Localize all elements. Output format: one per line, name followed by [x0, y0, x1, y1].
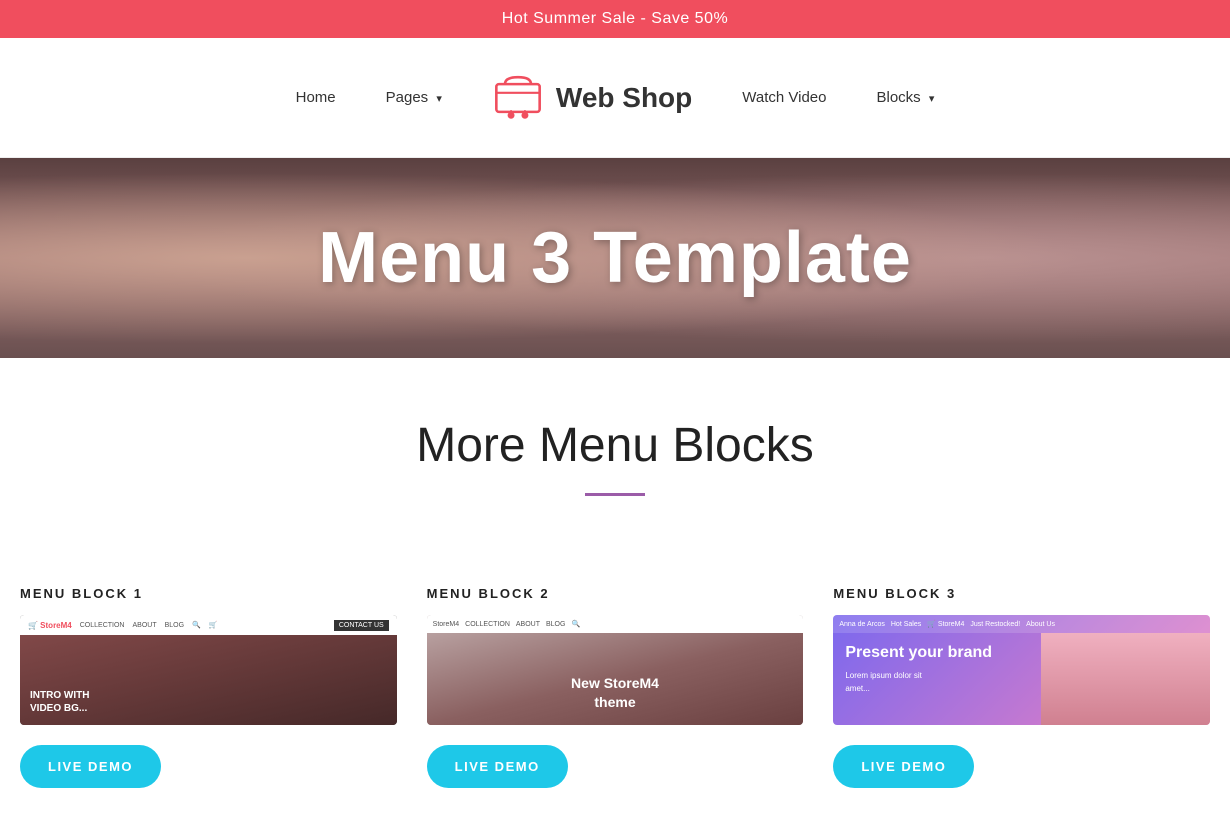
card-3-side-image: [1041, 633, 1211, 725]
card-2-nav-logo: StoreM4: [433, 621, 459, 628]
card-2: MENU BLOCK 2 StoreM4 COLLECTION ABOUT BL…: [427, 586, 804, 788]
card-3-nav-logo: 🛒 StoreM4: [927, 620, 964, 628]
card-3-nav-about: About Us: [1026, 621, 1055, 628]
card-2-nav-search: 🔍: [571, 620, 580, 628]
section-divider: [585, 493, 645, 496]
brand-logo-link[interactable]: Web Shop: [492, 72, 692, 124]
card-1-nav-cart: 🛒: [209, 621, 218, 629]
blocks-link[interactable]: Blocks ▾: [876, 89, 934, 106]
section-title: More Menu Blocks: [40, 418, 1190, 473]
card-3: MENU BLOCK 3 Anna de Arcos Hot Sales 🛒 S…: [833, 586, 1210, 788]
card-1-overlay-text: INTRO WITH VIDEO BG...: [30, 689, 89, 715]
card-3-nav-item1: Anna de Arcos: [839, 621, 885, 628]
card-1-mock-nav: 🛒 StoreM4 COLLECTION ABOUT BLOG 🔍 🛒 CONT…: [20, 615, 397, 635]
card-2-label: MENU BLOCK 2: [427, 586, 804, 601]
card-3-nav-item2: Hot Sales: [891, 621, 921, 628]
card-2-nav-blog: BLOG: [546, 621, 565, 628]
card-1-nav-about: ABOUT: [132, 622, 156, 629]
card-1: MENU BLOCK 1 🛒 StoreM4 COLLECTION ABOUT …: [20, 586, 397, 788]
card-1-nav-search: 🔍: [192, 621, 201, 629]
banner-text: Hot Summer Sale - Save 50%: [502, 10, 728, 27]
card-3-nav-item3: Just Restocked!: [970, 621, 1020, 628]
card-3-label: MENU BLOCK 3: [833, 586, 1210, 601]
nav-blocks[interactable]: Blocks ▾: [876, 89, 934, 107]
card-1-nav-logo: 🛒 StoreM4: [28, 621, 72, 630]
card-3-mock-nav: Anna de Arcos Hot Sales 🛒 StoreM4 Just R…: [833, 615, 1210, 633]
card-2-nav-about: ABOUT: [516, 621, 540, 628]
card-2-nav-collection: COLLECTION: [465, 621, 510, 628]
card-2-overlay-text: New StoreM4 theme: [439, 674, 792, 713]
pages-link[interactable]: Pages ▾: [386, 89, 442, 106]
card-2-live-demo-button[interactable]: LIVE DEMO: [427, 745, 568, 788]
card-2-mock-nav: StoreM4 COLLECTION ABOUT BLOG 🔍: [427, 615, 804, 633]
card-1-nav-blog: BLOG: [165, 622, 184, 629]
watch-video-link[interactable]: Watch Video: [742, 89, 826, 106]
hero-section: Menu 3 Template: [0, 158, 1230, 358]
nav-home[interactable]: Home: [296, 89, 336, 107]
card-3-body-text: Lorem ipsum dolor sit amet...: [845, 670, 926, 696]
card-2-image: StoreM4 COLLECTION ABOUT BLOG 🔍 New Stor…: [427, 615, 804, 725]
card-1-nav-contact: CONTACT US: [334, 620, 389, 631]
hero-title: Menu 3 Template: [318, 217, 912, 299]
nav-links: Home Pages ▾ Web Shop: [296, 72, 935, 124]
more-menu-blocks-section: More Menu Blocks: [0, 358, 1230, 586]
card-3-live-demo-button[interactable]: LIVE DEMO: [833, 745, 974, 788]
card-1-live-demo-button[interactable]: LIVE DEMO: [20, 745, 161, 788]
card-1-image: 🛒 StoreM4 COLLECTION ABOUT BLOG 🔍 🛒 CONT…: [20, 615, 397, 725]
nav-pages[interactable]: Pages ▾: [386, 89, 442, 107]
pages-dropdown-arrow: ▾: [436, 93, 442, 105]
card-1-label: MENU BLOCK 1: [20, 586, 397, 601]
card-3-brand-text: Present your brand Lorem ipsum dolor sit…: [845, 643, 992, 695]
brand-name: Web Shop: [556, 82, 692, 114]
navbar: Home Pages ▾ Web Shop: [0, 38, 1230, 158]
card-3-image: Anna de Arcos Hot Sales 🛒 StoreM4 Just R…: [833, 615, 1210, 725]
home-link[interactable]: Home: [296, 89, 336, 106]
nav-watch-video[interactable]: Watch Video: [742, 89, 826, 107]
nav-brand-item: Web Shop: [492, 72, 692, 124]
top-banner: Hot Summer Sale - Save 50%: [0, 0, 1230, 38]
cards-grid: MENU BLOCK 1 🛒 StoreM4 COLLECTION ABOUT …: [0, 586, 1230, 828]
cart-icon: [492, 72, 544, 124]
card-1-nav-collection: COLLECTION: [80, 622, 125, 629]
blocks-dropdown-arrow: ▾: [929, 93, 935, 105]
